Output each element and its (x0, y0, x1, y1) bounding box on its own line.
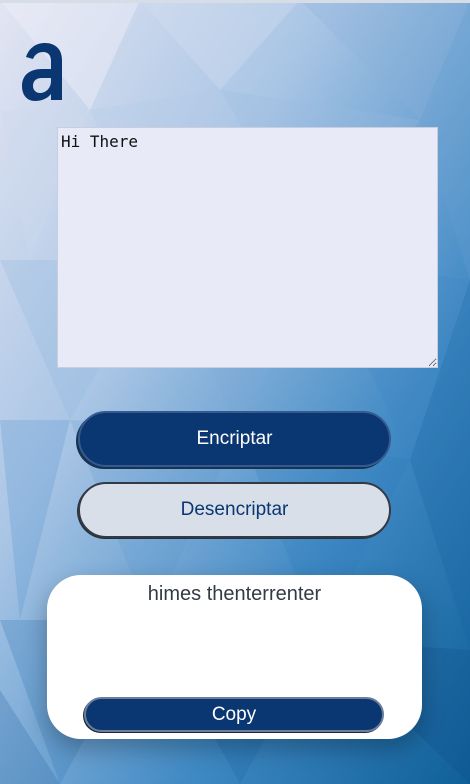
copy-button[interactable]: Copy (84, 697, 384, 732)
message-input[interactable]: Hi There (57, 127, 438, 368)
encrypt-button[interactable]: Encriptar (78, 411, 391, 467)
message-textarea-container: Hi There (57, 127, 438, 368)
output-card: himes thenterrenter Copy (47, 575, 422, 739)
decrypt-button[interactable]: Desencriptar (78, 482, 391, 538)
output-text: himes thenterrenter (147, 583, 322, 605)
top-border (0, 0, 470, 3)
alura-a-logo-icon (21, 41, 65, 103)
